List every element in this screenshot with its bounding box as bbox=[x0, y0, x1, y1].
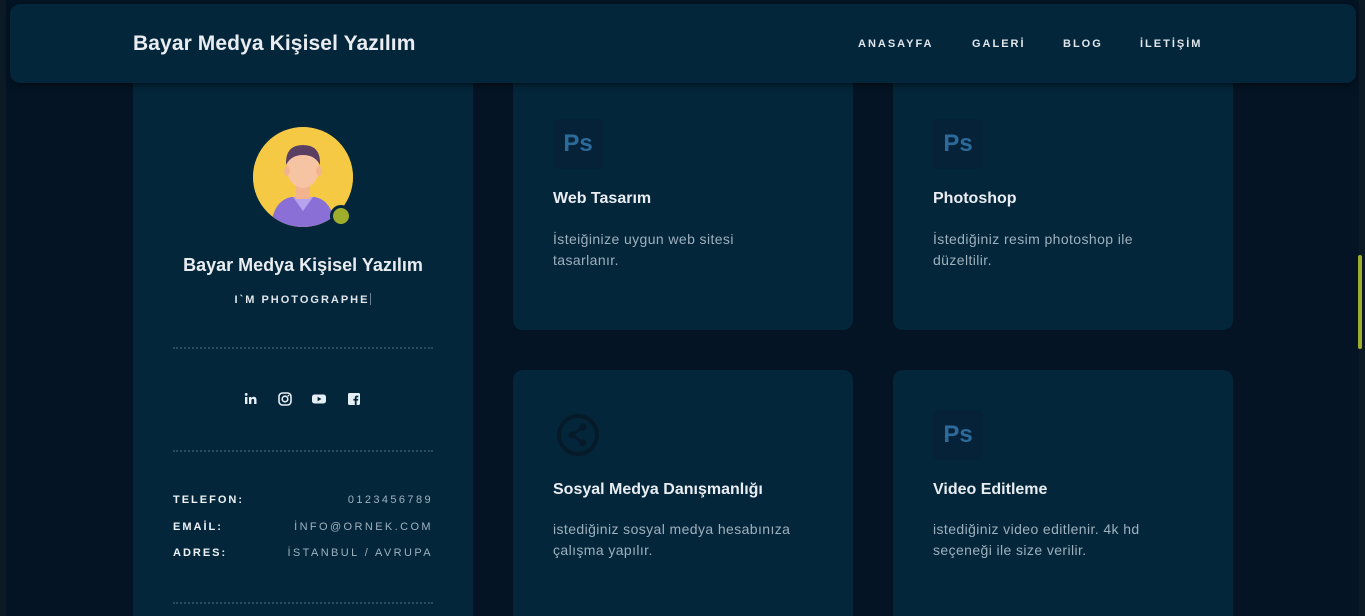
info-value: 0123456789 bbox=[347, 494, 433, 506]
info-phone: TELEFON: 0123456789 bbox=[173, 494, 433, 508]
nav-iletisim[interactable]: İLETİŞİM bbox=[1140, 38, 1202, 50]
info-address: ADRES: İSTANBUL / AVRUPA bbox=[173, 547, 433, 561]
divider bbox=[173, 347, 433, 349]
info-label: TELEFON: bbox=[173, 494, 244, 506]
service-description: istediğiniz sosyal medya hesabınıza çalı… bbox=[553, 521, 791, 558]
scrollbar-thumb[interactable] bbox=[1358, 255, 1362, 349]
info-value: İSTANBUL / AVRUPA bbox=[287, 547, 433, 559]
info-label: EMAİL: bbox=[173, 521, 223, 533]
instagram-icon[interactable] bbox=[277, 391, 293, 407]
social-links bbox=[133, 391, 473, 407]
profile-card: Bayar Medya Kişisel Yazılım I`M PHOTOGRA… bbox=[133, 80, 473, 616]
top-navbar: Bayar Medya Kişisel Yazılım ANASAYFA GAL… bbox=[10, 4, 1356, 83]
service-description: İstediğiniz resim photoshop ile düzeltil… bbox=[933, 231, 1133, 268]
service-card[interactable]: Sosyal Medya Danışmanlığı istediğiniz so… bbox=[513, 370, 853, 616]
service-description: İsteiğinize uygun web sitesi tasarlanır. bbox=[553, 231, 734, 268]
photoshop-icon: Ps bbox=[933, 119, 983, 169]
info-value[interactable]: İNFO@ORNEK.COM bbox=[294, 521, 433, 533]
brand-logo[interactable]: Bayar Medya Kişisel Yazılım bbox=[133, 32, 415, 56]
service-card[interactable]: Ps Web Tasarım İsteiğinize uygun web sit… bbox=[513, 60, 853, 330]
service-title: Sosyal Medya Danışmanlığı bbox=[553, 481, 763, 498]
service-title: Photoshop bbox=[933, 190, 1017, 207]
service-card[interactable]: Ps Photoshop İstediğiniz resim photoshop… bbox=[893, 60, 1233, 330]
divider bbox=[173, 602, 433, 604]
divider bbox=[173, 450, 433, 452]
info-label: ADRES: bbox=[173, 547, 228, 559]
profile-role-text: I`M PHOTOGRAPHE bbox=[234, 294, 370, 306]
service-title: Web Tasarım bbox=[553, 190, 652, 207]
nav-anasayfa[interactable]: ANASAYFA bbox=[858, 38, 934, 50]
profile-name: Bayar Medya Kişisel Yazılım bbox=[183, 255, 423, 275]
share-icon bbox=[553, 410, 603, 460]
linkedin-icon[interactable] bbox=[243, 391, 259, 407]
photoshop-icon: Ps bbox=[933, 410, 983, 460]
photoshop-icon: Ps bbox=[553, 119, 603, 169]
nav-blog[interactable]: BLOG bbox=[1063, 38, 1103, 50]
youtube-icon[interactable] bbox=[311, 391, 327, 407]
info-email: EMAİL: İNFO@ORNEK.COM bbox=[173, 521, 433, 535]
service-title: Video Editleme bbox=[933, 481, 1048, 498]
profile-role: I`M PHOTOGRAPHE bbox=[133, 293, 473, 306]
nav-galeri[interactable]: GALERİ bbox=[972, 38, 1026, 50]
online-status-dot bbox=[330, 205, 352, 227]
typing-cursor bbox=[370, 293, 372, 305]
service-card[interactable]: Ps Video Editleme istediğiniz video edit… bbox=[893, 370, 1233, 616]
service-description: istediğiniz video editlenir. 4k hd seçen… bbox=[933, 521, 1140, 558]
facebook-icon[interactable] bbox=[346, 391, 362, 407]
